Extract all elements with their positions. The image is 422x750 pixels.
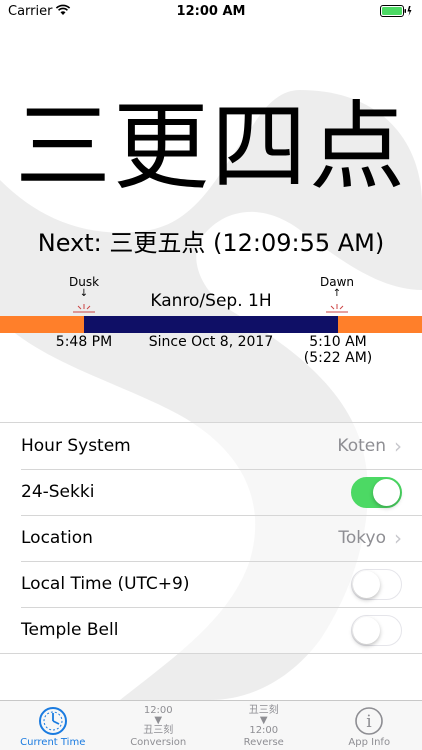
conversion-icon-bottom: 丑三刻 xyxy=(143,725,174,736)
clock-icon xyxy=(38,707,67,735)
dawn-time-alt: (5:22 AM) xyxy=(303,350,373,366)
status-time: 12:00 AM xyxy=(176,4,246,19)
tab-label-reverse: Reverse xyxy=(243,737,284,748)
reverse-icon-bottom: 12:00 xyxy=(249,725,279,736)
settings-list: Hour System Koten › 24-Sekki Location To… xyxy=(0,422,422,654)
temple-bell-toggle[interactable] xyxy=(351,614,402,646)
info-glyph: i xyxy=(367,712,373,732)
chevron-right-icon: › xyxy=(394,526,402,550)
dawn-time: 5:10 AM xyxy=(309,334,367,350)
hour-system-row[interactable]: Hour System Koten › xyxy=(0,423,422,469)
hour-system-value: Koten xyxy=(337,436,386,456)
local-time-toggle[interactable] xyxy=(351,568,402,600)
location-label: Location xyxy=(21,528,93,548)
dusk-label: Dusk xyxy=(68,275,100,289)
tab-app-info[interactable]: i App Info xyxy=(317,701,422,750)
temple-bell-label: Temple Bell xyxy=(21,620,119,640)
reverse-icon: 丑三刻 ▼ 12:00 xyxy=(244,706,284,736)
local-time-label: Local Time (UTC+9) xyxy=(21,574,190,594)
tab-label-current-time: Current Time xyxy=(20,737,86,748)
sekki-24-label: 24-Sekki xyxy=(21,482,95,502)
status-bar: Carrier 12:00 AM xyxy=(0,0,422,22)
sekki-label: Kanro/Sep. 1H xyxy=(150,291,272,311)
dusk-time: 5:48 PM xyxy=(55,334,113,350)
tab-bar: Current Time 12:00 ▼ 丑三刻 Conversion 丑三刻 … xyxy=(0,700,422,750)
tab-label-conversion: Conversion xyxy=(130,737,187,748)
tab-reverse[interactable]: 丑三刻 ▼ 12:00 Reverse xyxy=(211,701,317,750)
hour-system-label: Hour System xyxy=(21,436,131,456)
sekki-24-toggle[interactable] xyxy=(351,476,402,508)
current-hour-display: 三更四点 xyxy=(15,91,407,203)
night-segment xyxy=(84,316,338,333)
toggle-knob xyxy=(353,570,380,598)
location-row[interactable]: Location Tokyo › xyxy=(0,515,422,561)
dawn-time-block: 5:10 AM (5:22 AM) xyxy=(298,334,378,366)
dawn-label: Dawn xyxy=(319,275,354,289)
tab-label-app-info: App Info xyxy=(348,737,391,748)
conversion-icon: 12:00 ▼ 丑三刻 xyxy=(138,706,178,736)
info-icon: i xyxy=(355,707,384,735)
tab-conversion[interactable]: 12:00 ▼ 丑三刻 Conversion xyxy=(106,701,212,750)
toggle-knob xyxy=(353,616,380,644)
local-time-row: Local Time (UTC+9) xyxy=(0,561,422,607)
tab-current-time[interactable]: Current Time xyxy=(0,701,106,750)
sekki-row: 24-Sekki xyxy=(0,469,422,515)
toggle-knob xyxy=(373,478,400,506)
chevron-right-icon: › xyxy=(394,434,402,458)
location-value: Tokyo xyxy=(338,528,386,548)
since-date: Since Oct 8, 2017 xyxy=(148,334,274,350)
battery-charging-icon xyxy=(380,5,412,17)
next-hour-label: Next: 三更五点 (12:09:55 AM) xyxy=(37,229,385,257)
temple-bell-row: Temple Bell xyxy=(0,607,422,653)
